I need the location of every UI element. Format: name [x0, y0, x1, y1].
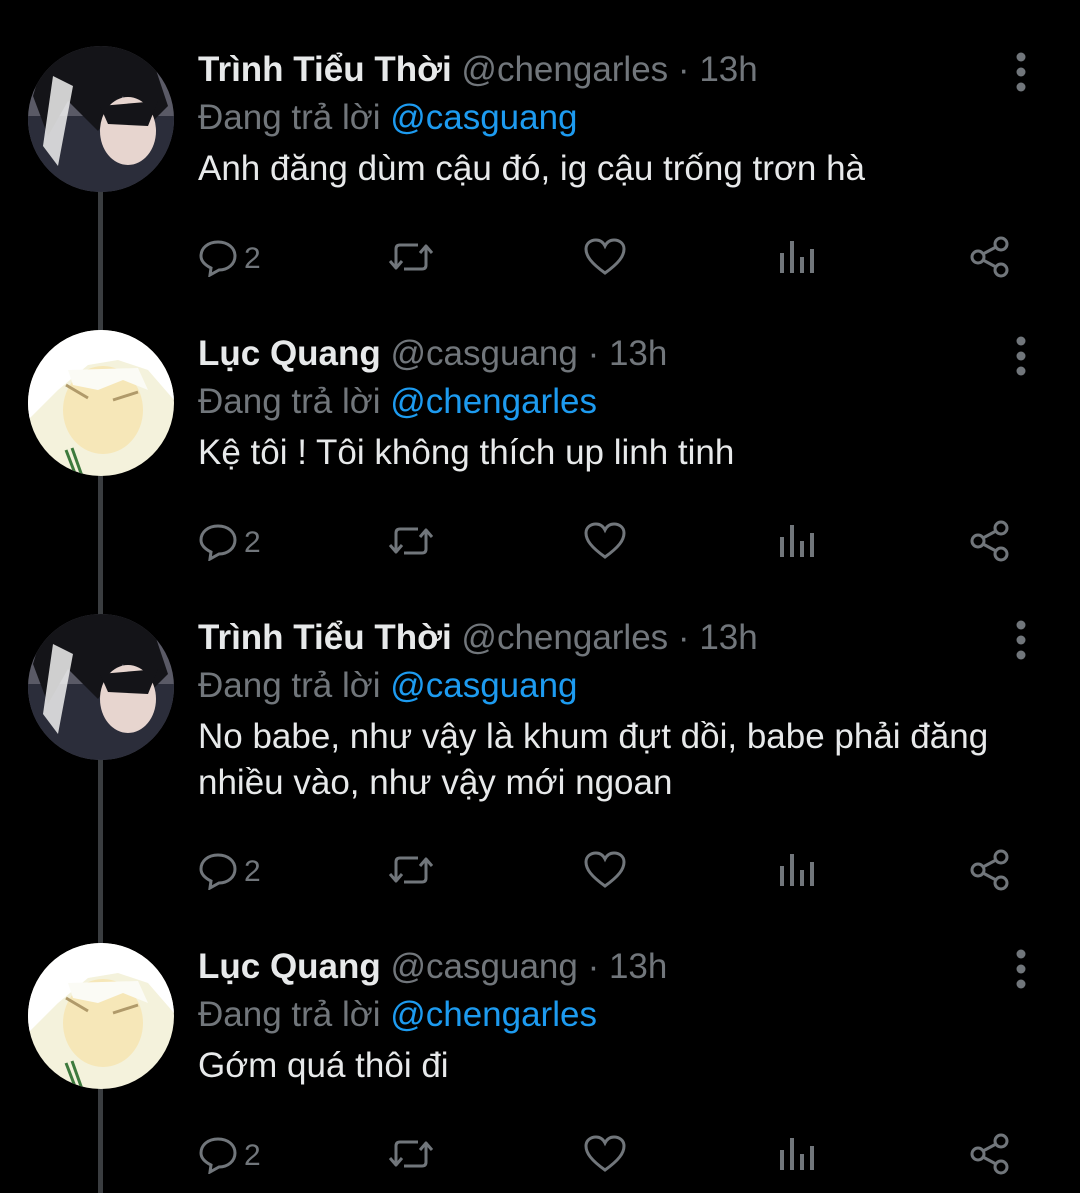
share-icon	[968, 235, 1012, 284]
more-options-icon[interactable]	[1008, 50, 1034, 94]
tweet-text: Gớm quá thôi đi	[198, 1046, 449, 1085]
avatar[interactable]	[28, 330, 174, 476]
author-handle[interactable]: @casguang	[391, 947, 578, 986]
tweet-header: Trình Tiểu Thời @chengarles · 13h	[198, 616, 758, 660]
retweet-button[interactable]	[386, 1131, 436, 1181]
avatar[interactable]	[28, 614, 174, 760]
reply-prefix: Đang trả lời	[198, 666, 381, 705]
reply-mention[interactable]: @casguang	[390, 98, 577, 137]
tweet[interactable]: Lục Quang @casguang · 13h Đang trả lời @…	[0, 330, 1080, 570]
timestamp[interactable]: 13h	[609, 334, 667, 373]
heart-icon	[583, 237, 627, 282]
reply-count: 2	[244, 526, 261, 559]
timestamp[interactable]: 13h	[699, 50, 757, 89]
reply-mention[interactable]: @chengarles	[390, 382, 597, 421]
replying-to: Đang trả lời @chengarles	[198, 993, 597, 1037]
timestamp[interactable]: 13h	[609, 947, 667, 986]
author-handle[interactable]: @chengarles	[461, 50, 668, 89]
share-button[interactable]	[968, 1131, 1012, 1181]
heart-icon	[583, 850, 627, 895]
tweet-header: Lục Quang @casguang · 13h	[198, 332, 667, 376]
retweet-button[interactable]	[386, 234, 436, 284]
reply-count: 2	[244, 1139, 261, 1172]
retweet-button[interactable]	[386, 518, 436, 568]
share-button[interactable]	[968, 847, 1012, 897]
author-name[interactable]: Trình Tiểu Thời	[198, 618, 452, 657]
timestamp[interactable]: 13h	[699, 618, 757, 657]
reply-icon	[198, 237, 238, 282]
author-handle[interactable]: @chengarles	[461, 618, 668, 657]
reply-icon	[198, 850, 238, 895]
more-options-icon[interactable]	[1008, 334, 1034, 378]
more-options-icon[interactable]	[1008, 618, 1034, 662]
analytics-button[interactable]	[778, 847, 818, 897]
reply-button[interactable]: 2	[198, 234, 261, 284]
tweet-text: Anh đăng dùm cậu đó, ig cậu trống trơn h…	[198, 149, 865, 188]
replying-to: Đang trả lời @casguang	[198, 664, 578, 708]
analytics-icon	[778, 1134, 818, 1179]
replying-to: Đang trả lời @chengarles	[198, 380, 597, 424]
share-icon	[968, 848, 1012, 897]
reply-icon	[198, 521, 238, 566]
like-button[interactable]	[583, 1131, 627, 1181]
analytics-button[interactable]	[778, 518, 818, 568]
reply-count: 2	[244, 855, 261, 888]
like-button[interactable]	[583, 847, 627, 897]
avatar[interactable]	[28, 46, 174, 192]
reply-mention[interactable]: @casguang	[390, 666, 577, 705]
separator-dot: ·	[587, 334, 600, 373]
avatar[interactable]	[28, 943, 174, 1089]
tweet-actions: 2	[198, 234, 1018, 284]
tweet-actions: 2	[198, 847, 1018, 897]
like-button[interactable]	[583, 234, 627, 284]
heart-icon	[583, 521, 627, 566]
reply-prefix: Đang trả lời	[198, 995, 381, 1034]
analytics-button[interactable]	[778, 1131, 818, 1181]
replying-to: Đang trả lời @casguang	[198, 96, 578, 140]
reply-prefix: Đang trả lời	[198, 382, 381, 421]
share-icon	[968, 519, 1012, 568]
retweet-button[interactable]	[386, 847, 436, 897]
reply-icon	[198, 1134, 238, 1179]
reply-button[interactable]: 2	[198, 1131, 261, 1181]
separator-dot: ·	[677, 618, 690, 657]
retweet-icon	[386, 850, 436, 895]
author-handle[interactable]: @casguang	[391, 334, 578, 373]
share-button[interactable]	[968, 518, 1012, 568]
retweet-icon	[386, 1134, 436, 1179]
reply-prefix: Đang trả lời	[198, 98, 381, 137]
tweet-header: Lục Quang @casguang · 13h	[198, 945, 667, 989]
author-name[interactable]: Lục Quang	[198, 334, 381, 373]
tweet[interactable]: Lục Quang @casguang · 13h Đang trả lời @…	[0, 943, 1080, 1193]
retweet-icon	[386, 237, 436, 282]
author-name[interactable]: Lục Quang	[198, 947, 381, 986]
tweet-actions: 2	[198, 1131, 1018, 1181]
analytics-button[interactable]	[778, 234, 818, 284]
tweet[interactable]: Trình Tiểu Thời @chengarles · 13h Đang t…	[0, 46, 1080, 286]
analytics-icon	[778, 850, 818, 895]
tweet-text: Kệ tôi ! Tôi không thích up linh tinh	[198, 433, 735, 472]
author-name[interactable]: Trình Tiểu Thời	[198, 50, 452, 89]
tweet-actions: 2	[198, 518, 1018, 568]
separator-dot: ·	[587, 947, 600, 986]
reply-button[interactable]: 2	[198, 847, 261, 897]
share-button[interactable]	[968, 234, 1012, 284]
tweet-header: Trình Tiểu Thời @chengarles · 13h	[198, 48, 758, 92]
reply-button[interactable]: 2	[198, 518, 261, 568]
separator-dot: ·	[677, 50, 690, 89]
reply-count: 2	[244, 242, 261, 275]
more-options-icon[interactable]	[1008, 947, 1034, 991]
retweet-icon	[386, 521, 436, 566]
tweet-text: No babe, như vậy là khum đựt dồi, babe p…	[198, 717, 989, 802]
analytics-icon	[778, 237, 818, 282]
reply-mention[interactable]: @chengarles	[390, 995, 597, 1034]
heart-icon	[583, 1134, 627, 1179]
share-icon	[968, 1132, 1012, 1181]
tweet[interactable]: Trình Tiểu Thời @chengarles · 13h Đang t…	[0, 614, 1080, 904]
like-button[interactable]	[583, 518, 627, 568]
analytics-icon	[778, 521, 818, 566]
